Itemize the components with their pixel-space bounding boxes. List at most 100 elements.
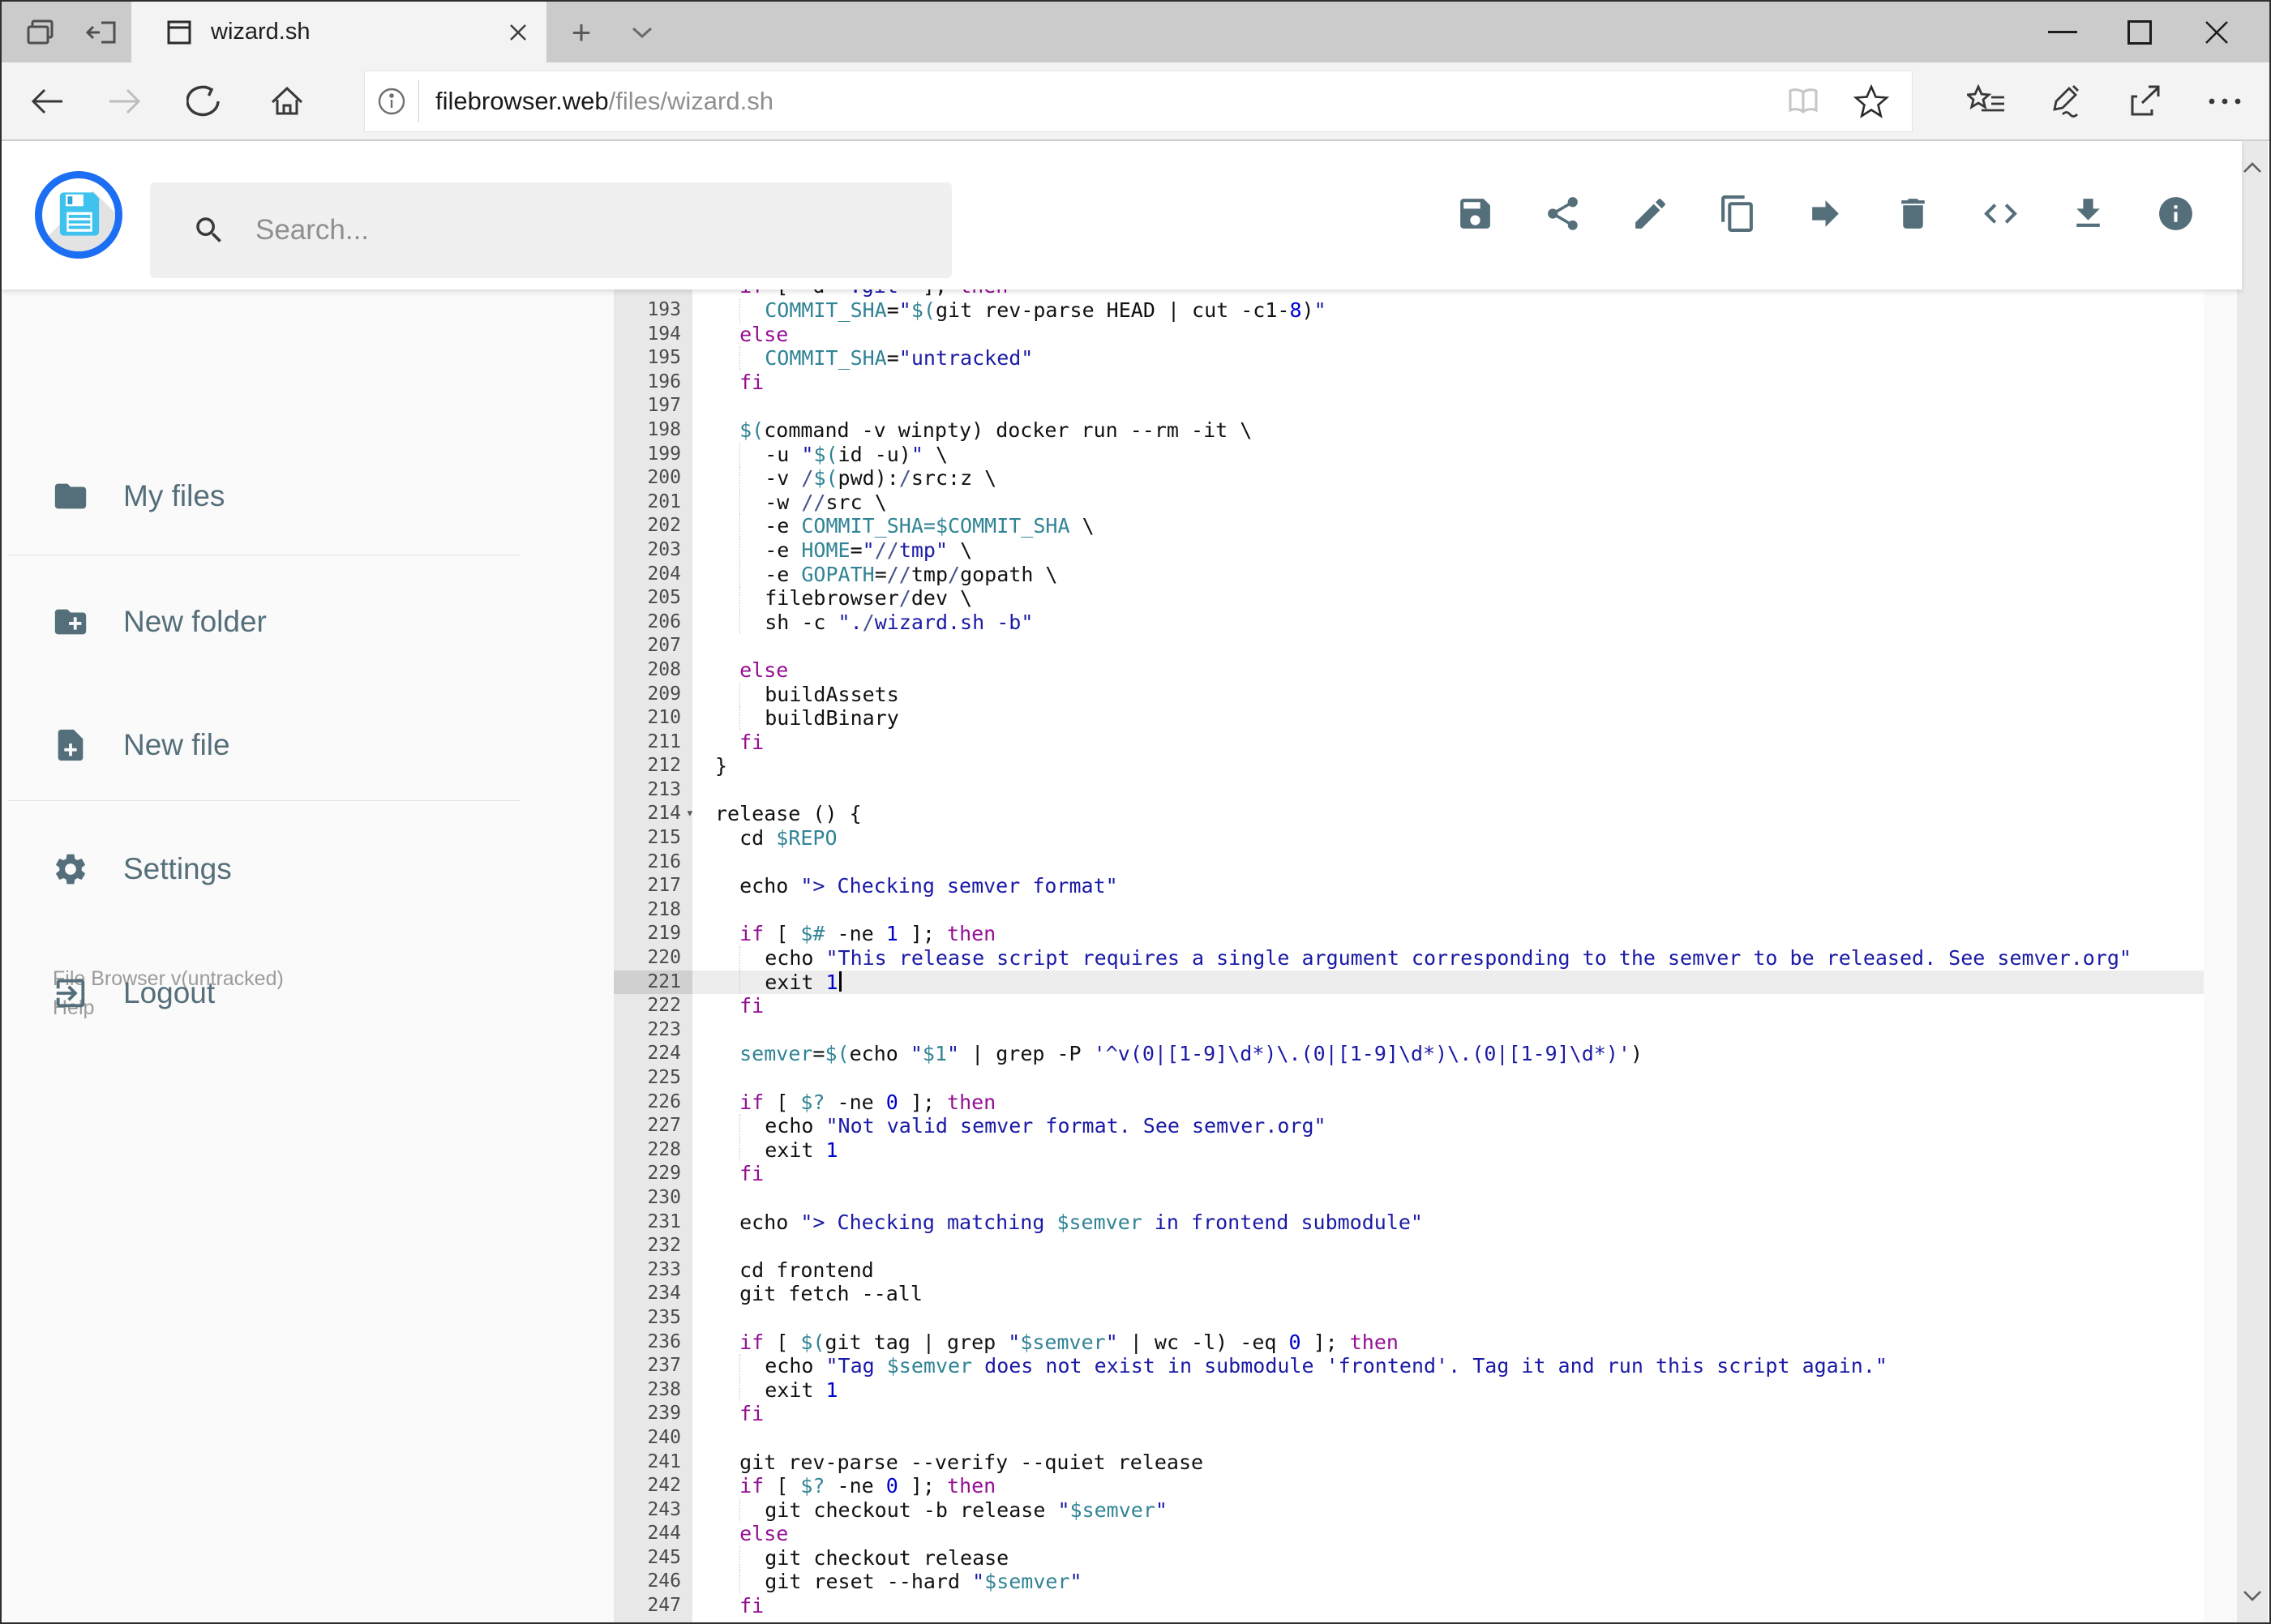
code-line[interactable]: 194 else bbox=[614, 323, 2204, 347]
code-line[interactable]: 207 bbox=[614, 634, 2204, 658]
code-line[interactable]: 226 if [ $? -ne 0 ]; then bbox=[614, 1091, 2204, 1115]
code-line[interactable]: 221 exit 1 bbox=[614, 970, 2204, 995]
code-line[interactable]: 196 fi bbox=[614, 371, 2204, 395]
annotate-button[interactable] bbox=[2033, 62, 2097, 139]
code-line[interactable]: 244 else bbox=[614, 1522, 2204, 1546]
favorites-hub-button[interactable] bbox=[1954, 62, 2019, 139]
sidebar-item-new-file[interactable]: New file bbox=[2, 709, 537, 782]
code-line[interactable]: 236 if [ $(git tag | grep "$semver" | wc… bbox=[614, 1330, 2204, 1355]
code-line[interactable]: 215 cd $REPO bbox=[614, 826, 2204, 851]
minimize-button[interactable] bbox=[2024, 2, 2101, 62]
move-button[interactable] bbox=[1806, 195, 1845, 235]
sidebar-item-settings[interactable]: Settings bbox=[2, 833, 537, 906]
line-number: 199 bbox=[647, 443, 681, 465]
code-line[interactable]: 203 -e HOME="//tmp" \ bbox=[614, 538, 2204, 563]
share-page-button[interactable] bbox=[2111, 62, 2176, 139]
code-line[interactable]: 241 git rev-parse --verify --quiet relea… bbox=[614, 1450, 2204, 1475]
forward-button[interactable] bbox=[92, 62, 157, 139]
code-line[interactable]: 222 fi bbox=[614, 994, 2204, 1018]
delete-button[interactable] bbox=[1893, 195, 1933, 235]
save-button[interactable] bbox=[1455, 195, 1495, 235]
code-line[interactable]: if [ -d ".git" ]; then bbox=[614, 289, 2204, 298]
code-line[interactable]: 217 echo "> Checking semver format" bbox=[614, 874, 2204, 898]
more-menu-button[interactable] bbox=[2192, 62, 2257, 139]
code-line[interactable]: 230 bbox=[614, 1186, 2204, 1211]
code-line[interactable]: 235 bbox=[614, 1306, 2204, 1330]
code-line[interactable]: 223 bbox=[614, 1018, 2204, 1043]
line-number: 207 bbox=[647, 635, 681, 657]
code-line[interactable]: 237 echo "Tag $semver does not exist in … bbox=[614, 1354, 2204, 1378]
refresh-button[interactable] bbox=[172, 62, 237, 139]
code-line[interactable]: 210 buildBinary bbox=[614, 706, 2204, 731]
favorite-star-button[interactable] bbox=[1837, 84, 1905, 118]
sidebar-item-my-files[interactable]: My files bbox=[2, 460, 537, 533]
copy-button[interactable] bbox=[1718, 195, 1758, 235]
code-line[interactable]: 224 semver=$(echo "$1" | grep -P '^v(0|[… bbox=[614, 1042, 2204, 1066]
code-line[interactable]: 197 bbox=[614, 394, 2204, 418]
code-line[interactable]: 213 bbox=[614, 778, 2204, 803]
code-line[interactable]: 228 exit 1 bbox=[614, 1138, 2204, 1163]
close-button[interactable] bbox=[2178, 2, 2255, 62]
scroll-down-icon[interactable] bbox=[2237, 1575, 2268, 1616]
code-line[interactable]: 198 $(command -v winpty) docker run --rm… bbox=[614, 418, 2204, 443]
code-line[interactable]: 245 git checkout release bbox=[614, 1545, 2204, 1570]
code-editor[interactable]: if [ -d ".git" ]; then193 COMMIT_SHA="$(… bbox=[614, 289, 2204, 1622]
code-line[interactable]: 242 if [ $? -ne 0 ]; then bbox=[614, 1474, 2204, 1498]
code-line[interactable]: 239 fi bbox=[614, 1402, 2204, 1426]
code-line[interactable]: 234 git fetch --all bbox=[614, 1282, 2204, 1306]
code-line[interactable]: 204 -e GOPATH=//tmp/gopath \ bbox=[614, 562, 2204, 587]
code-line[interactable]: 200 -v /$(pwd):/src:z \ bbox=[614, 466, 2204, 491]
code-line[interactable]: 211 fi bbox=[614, 731, 2204, 755]
code-line[interactable]: 208 else bbox=[614, 658, 2204, 683]
code-line[interactable]: 243 git checkout -b release "$semver" bbox=[614, 1498, 2204, 1523]
address-bar[interactable]: filebrowser.web/files/wizard.sh bbox=[364, 71, 1913, 132]
code-line[interactable]: 220 echo "This release script requires a… bbox=[614, 946, 2204, 971]
set-tabs-aside-button[interactable] bbox=[70, 2, 135, 62]
code-line[interactable]: 209 buildAssets bbox=[614, 682, 2204, 707]
code-line[interactable]: 201 -w //src \ bbox=[614, 490, 2204, 515]
code-line[interactable]: 212} bbox=[614, 754, 2204, 778]
home-button[interactable] bbox=[255, 62, 319, 139]
code-line[interactable]: 219 if [ $# -ne 1 ]; then bbox=[614, 922, 2204, 946]
code-line[interactable]: 247 fi bbox=[614, 1594, 2204, 1618]
code-line[interactable]: 206 sh -c "./wizard.sh -b" bbox=[614, 610, 2204, 635]
sidebar-item-logout[interactable]: Logout bbox=[2, 957, 537, 1030]
code-line[interactable]: 227 echo "Not valid semver format. See s… bbox=[614, 1114, 2204, 1138]
page-scrollbar[interactable] bbox=[2237, 141, 2268, 1622]
code-line[interactable]: 225 bbox=[614, 1066, 2204, 1091]
maximize-button[interactable] bbox=[2101, 2, 2178, 62]
code-line[interactable]: 233 cd frontend bbox=[614, 1258, 2204, 1283]
raw-view-button[interactable] bbox=[1981, 195, 2020, 235]
tab-close-button[interactable] bbox=[490, 2, 546, 62]
line-number: 235 bbox=[647, 1306, 681, 1328]
code-line[interactable]: 238 exit 1 bbox=[614, 1378, 2204, 1403]
code-line[interactable]: 246 git reset --hard "$semver" bbox=[614, 1570, 2204, 1595]
tab-list-button[interactable] bbox=[614, 2, 671, 62]
browser-tab[interactable]: wizard.sh bbox=[131, 2, 546, 62]
site-info-icon[interactable] bbox=[365, 86, 418, 117]
code-line[interactable]: 193 COMMIT_SHA="$(git rev-parse HEAD | c… bbox=[614, 298, 2204, 323]
code-line[interactable]: 232 bbox=[614, 1234, 2204, 1258]
code-line[interactable]: 229 fi bbox=[614, 1162, 2204, 1186]
new-tab-button[interactable]: + bbox=[553, 2, 610, 62]
code-line[interactable]: 218 bbox=[614, 898, 2204, 923]
info-button[interactable] bbox=[2156, 195, 2196, 235]
code-line[interactable]: 240 bbox=[614, 1426, 2204, 1450]
code-line[interactable]: 199 -u "$(id -u)" \ bbox=[614, 442, 2204, 467]
code-line[interactable]: 195 COMMIT_SHA="untracked" bbox=[614, 346, 2204, 371]
download-button[interactable] bbox=[2068, 195, 2108, 235]
search-bar[interactable] bbox=[150, 182, 952, 278]
fold-toggle-icon[interactable]: ▾ bbox=[686, 802, 694, 826]
code-line[interactable]: 231 echo "> Checking matching $semver in… bbox=[614, 1211, 2204, 1235]
rename-button[interactable] bbox=[1630, 195, 1670, 235]
code-line[interactable]: 205 filebrowser/dev \ bbox=[614, 586, 2204, 611]
search-input[interactable] bbox=[254, 213, 952, 247]
sidebar-item-new-folder[interactable]: New folder bbox=[2, 585, 537, 658]
share-button[interactable] bbox=[1543, 195, 1583, 235]
code-line[interactable]: 216 bbox=[614, 851, 2204, 875]
code-line[interactable]: 202 -e COMMIT_SHA=$COMMIT_SHA \ bbox=[614, 514, 2204, 538]
tab-preview-button[interactable] bbox=[8, 2, 73, 62]
back-button[interactable] bbox=[15, 62, 79, 139]
code-line[interactable]: 214 ▾ release () { bbox=[614, 802, 2204, 826]
reading-view-icon bbox=[1769, 86, 1837, 117]
